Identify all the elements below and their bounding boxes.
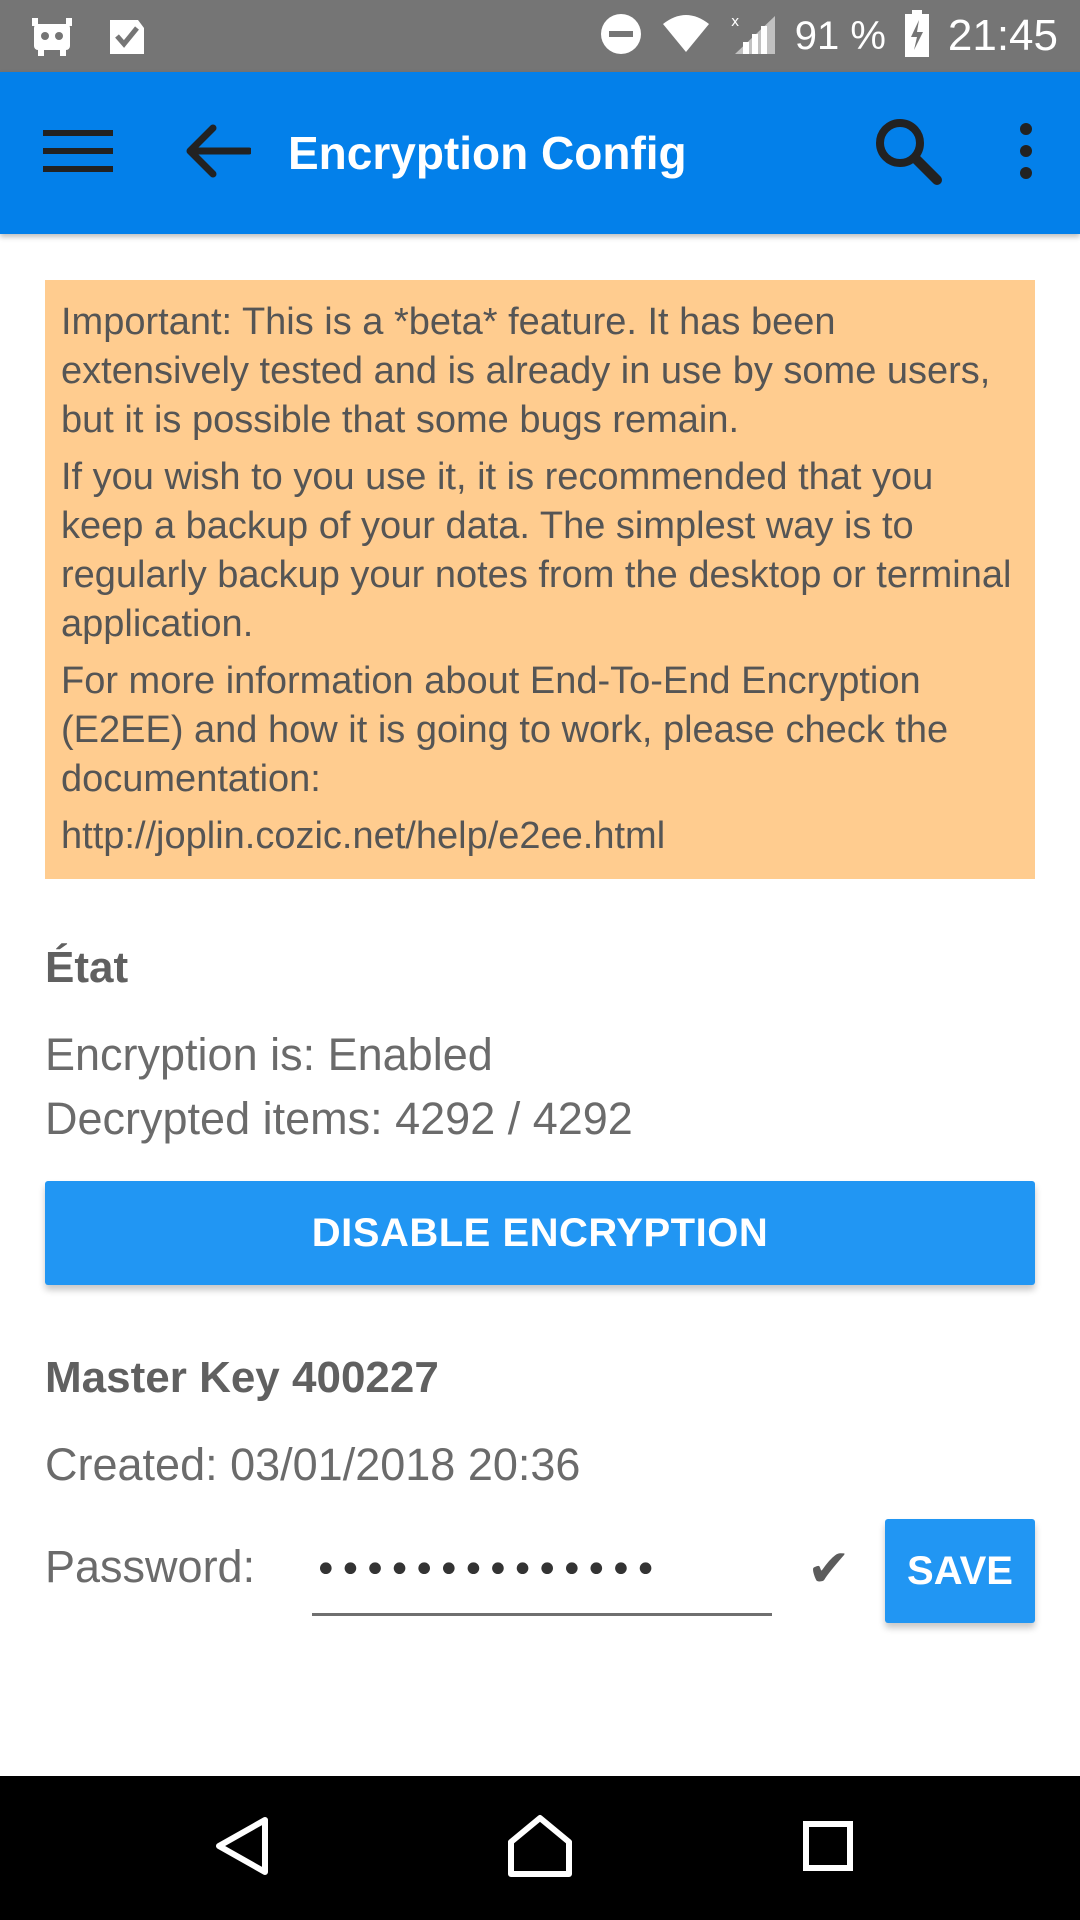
recents-icon [802, 1820, 854, 1877]
save-button[interactable]: SAVE [885, 1519, 1035, 1623]
back-arrow-icon [185, 123, 253, 184]
decrypted-items-text: Decrypted items: 4292 / 4292 [45, 1093, 633, 1144]
nav-home-button[interactable] [460, 1776, 620, 1920]
password-label: Password: [45, 1541, 256, 1592]
clock: 21:45 [947, 11, 1058, 60]
master-key-created-text: Created: 03/01/2018 20:36 [45, 1439, 581, 1490]
back-button[interactable] [168, 72, 268, 234]
password-row: Password: ✔ SAVE [45, 1519, 1035, 1629]
home-icon [507, 1814, 573, 1883]
encryption-status-text: Encryption is: Enabled [45, 1029, 493, 1080]
password-input[interactable] [312, 1527, 772, 1616]
warning-paragraph: For more information about End-To-End En… [61, 660, 949, 800]
beta-warning-box: Important: This is a *beta* feature. It … [45, 280, 1035, 879]
menu-button[interactable] [28, 72, 128, 234]
documentation-link[interactable]: http://joplin.cozic.net/help/e2ee.html [61, 812, 1019, 861]
battery-percent: 91 % [794, 13, 886, 58]
status-bar: x 91 % 21:45 [0, 0, 1080, 72]
warning-paragraph: Important: This is a *beta* feature. It … [61, 301, 991, 441]
nav-recents-button[interactable] [748, 1776, 908, 1920]
more-vert-icon [1018, 121, 1034, 186]
page-title: Encryption Config [288, 127, 687, 179]
check-notification-icon [106, 14, 148, 63]
menu-icon [43, 126, 113, 181]
check-icon: ✔ [807, 1540, 851, 1598]
master-key-title: Master Key 400227 [45, 1353, 439, 1402]
nav-back-button[interactable] [162, 1776, 322, 1920]
warning-paragraph: If you wish to you use it, it is recomme… [61, 456, 1012, 645]
more-options-button[interactable] [990, 72, 1062, 234]
svg-text:x: x [731, 14, 739, 30]
search-icon [873, 116, 943, 191]
navigation-bar [0, 1776, 1080, 1920]
main-content: Important: This is a *beta* feature. It … [45, 234, 1035, 1629]
status-section-title: État [45, 943, 129, 992]
battery-charging-icon [904, 9, 930, 63]
back-triangle-icon [212, 1815, 272, 1882]
wifi-icon [661, 12, 711, 61]
app-bar: Encryption Config [0, 72, 1080, 234]
app-notification-icon [28, 14, 76, 63]
do-not-disturb-icon [599, 12, 643, 61]
cell-signal-icon: x [729, 12, 777, 61]
disable-encryption-button[interactable]: DISABLE ENCRYPTION [45, 1181, 1035, 1285]
search-button[interactable] [858, 72, 958, 234]
